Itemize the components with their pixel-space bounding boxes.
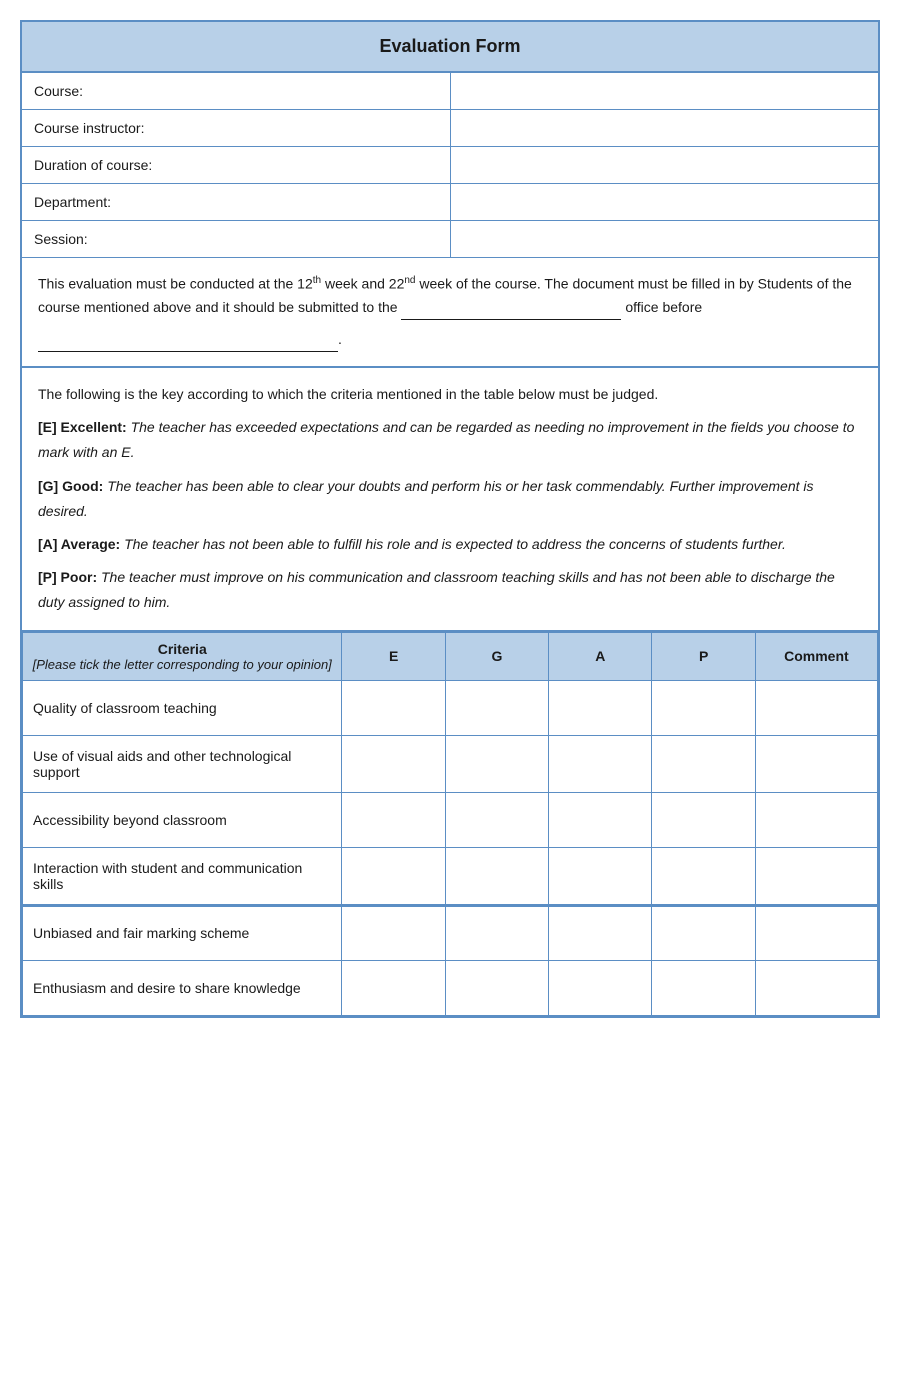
rating-g-2[interactable] [445,792,548,847]
col-e-header: E [342,632,445,680]
key-poor: [P] Poor: The teacher must improve on hi… [38,565,862,615]
info-value-2[interactable] [450,147,878,184]
info-label-3: Department: [22,184,450,221]
key-excellent-desc: The teacher has exceeded expectations an… [38,419,854,460]
rating-p-2[interactable] [652,792,755,847]
rating-p-0[interactable] [652,680,755,735]
comment-3[interactable] [755,847,877,904]
rating-e-2[interactable] [342,792,445,847]
criteria-table-section2: Unbiased and fair marking scheme Enthusi… [22,905,878,1017]
info-label-2: Duration of course: [22,147,450,184]
info-value-4[interactable] [450,221,878,258]
info-label-1: Course instructor: [22,110,450,147]
info-value-3[interactable] [450,184,878,221]
rating-p-3[interactable] [652,847,755,904]
rating-g-0[interactable] [445,680,548,735]
key-good-label: [G] Good: [38,478,103,494]
rating-p-s2-1[interactable] [652,961,755,1016]
info-value-1[interactable] [450,110,878,147]
rating-g-s2-0[interactable] [445,906,548,961]
criteria-table-section1: Criteria [Please tick the letter corresp… [22,632,878,905]
instructions-text: This evaluation must be conducted at the… [38,272,862,320]
key-poor-desc: The teacher must improve on his communic… [38,569,835,610]
comment-s2-0[interactable] [755,906,877,961]
info-row: Course: [22,73,878,110]
rating-g-1[interactable] [445,735,548,792]
comment-2[interactable] [755,792,877,847]
rating-g-3[interactable] [445,847,548,904]
rating-a-0[interactable] [549,680,652,735]
criteria-text-2: Accessibility beyond classroom [23,792,342,847]
col-comment-header: Comment [755,632,877,680]
key-poor-label: [P] Poor: [38,569,97,585]
key-good: [G] Good: The teacher has been able to c… [38,474,862,524]
rating-e-1[interactable] [342,735,445,792]
rating-e-0[interactable] [342,680,445,735]
criteria-text-s2-1: Enthusiasm and desire to share knowledge [23,961,342,1016]
rating-e-s2-0[interactable] [342,906,445,961]
info-row: Department: [22,184,878,221]
info-label-4: Session: [22,221,450,258]
evaluation-form: Evaluation Form Course: Course instructo… [20,20,880,1018]
key-average-label: [A] Average: [38,536,120,552]
criteria-text-s2-0: Unbiased and fair marking scheme [23,906,342,961]
info-table: Course: Course instructor: Duration of c… [22,73,878,258]
key-good-desc: The teacher has been able to clear your … [38,478,814,519]
col-a-header: A [549,632,652,680]
col-g-header: G [445,632,548,680]
form-title: Evaluation Form [379,36,520,56]
rating-e-3[interactable] [342,847,445,904]
criteria-text-0: Quality of classroom teaching [23,680,342,735]
rating-a-2[interactable] [549,792,652,847]
key-average: [A] Average: The teacher has not been ab… [38,532,862,557]
criteria-row: Interaction with student and communicati… [23,847,878,904]
rating-a-s2-0[interactable] [549,906,652,961]
criteria-row: Use of visual aids and other technologic… [23,735,878,792]
info-row: Session: [22,221,878,258]
key-average-desc: The teacher has not been able to fulfill… [124,536,786,552]
form-header: Evaluation Form [22,22,878,73]
rating-p-1[interactable] [652,735,755,792]
rating-g-s2-1[interactable] [445,961,548,1016]
key-excellent-label: [E] Excellent: [38,419,127,435]
rating-a-1[interactable] [549,735,652,792]
rating-e-s2-1[interactable] [342,961,445,1016]
key-excellent: [E] Excellent: The teacher has exceeded … [38,415,862,465]
criteria-text-3: Interaction with student and communicati… [23,847,342,904]
criteria-text-1: Use of visual aids and other technologic… [23,735,342,792]
criteria-row: Accessibility beyond classroom [23,792,878,847]
rating-a-s2-1[interactable] [549,961,652,1016]
col-p-header: P [652,632,755,680]
key-intro: The following is the key according to wh… [38,382,862,407]
key-box: The following is the key according to wh… [22,368,878,632]
info-label-0: Course: [22,73,450,110]
criteria-col-header: Criteria [Please tick the letter corresp… [23,632,342,680]
comment-1[interactable] [755,735,877,792]
rating-a-3[interactable] [549,847,652,904]
criteria-row-s2: Enthusiasm and desire to share knowledge [23,961,878,1016]
info-value-0[interactable] [450,73,878,110]
instructions-blank-line: . [38,328,862,352]
criteria-row-s2: Unbiased and fair marking scheme [23,906,878,961]
instructions-box: This evaluation must be conducted at the… [22,258,878,368]
info-row: Duration of course: [22,147,878,184]
comment-s2-1[interactable] [755,961,877,1016]
criteria-row: Quality of classroom teaching [23,680,878,735]
comment-0[interactable] [755,680,877,735]
info-row: Course instructor: [22,110,878,147]
rating-p-s2-0[interactable] [652,906,755,961]
